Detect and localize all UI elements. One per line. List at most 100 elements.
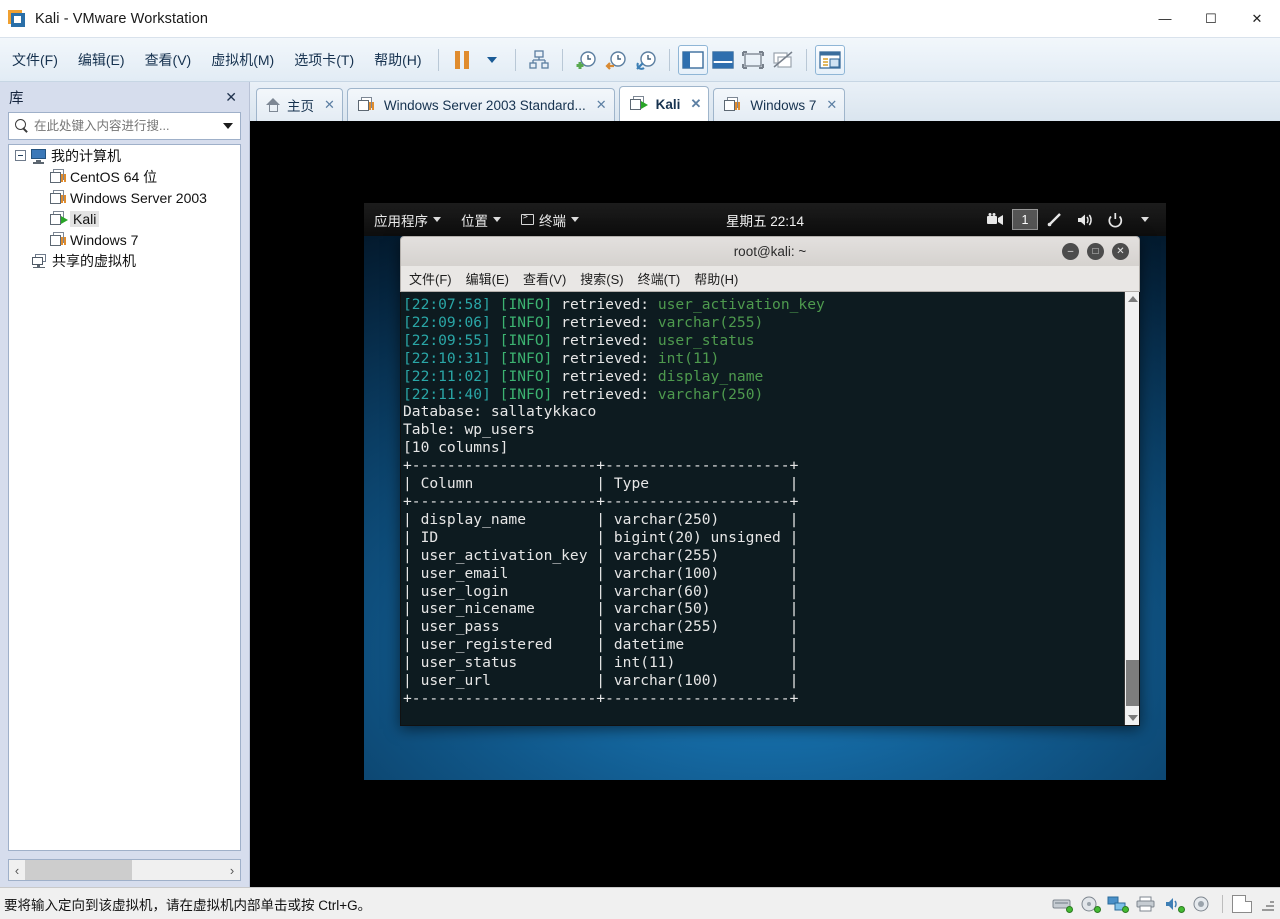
applications-label: 应用程序: [374, 213, 428, 229]
kali-desktop[interactable]: 应用程序 位置 终端 星期五 22:14: [364, 203, 1166, 780]
terminal-line: | user_activation_key | varchar(255) |: [403, 546, 799, 564]
collapse-icon[interactable]: [15, 150, 26, 161]
message-log-icon[interactable]: [1232, 894, 1252, 913]
chevron-down-icon[interactable]: [1132, 208, 1158, 232]
terminal-line: | user_pass | varchar(255) |: [403, 618, 799, 636]
terminal-menu-file[interactable]: 文件(F): [409, 269, 452, 288]
tab-label: Kali: [655, 96, 681, 112]
tree-item-centos[interactable]: CentOS 64 位: [9, 166, 240, 187]
tab-close-icon[interactable]: ✕: [324, 97, 335, 113]
tree-item-shared-vms[interactable]: 共享的虚拟机: [9, 250, 240, 271]
library-search[interactable]: [8, 112, 241, 140]
vm-suspended-icon: [723, 97, 741, 113]
terminal-line: +---------------------+-----------------…: [403, 492, 799, 510]
terminal-close-button[interactable]: ✕: [1112, 243, 1129, 260]
menu-tabs[interactable]: 选项卡(T): [286, 46, 362, 74]
show-library-button[interactable]: [677, 44, 708, 75]
scroll-left-arrow-icon[interactable]: ‹: [9, 863, 25, 878]
camera-icon[interactable]: [1191, 895, 1213, 913]
chevron-down-icon[interactable]: [223, 123, 233, 129]
chevron-down-icon: [486, 56, 497, 63]
scroll-up-arrow-icon[interactable]: [1125, 292, 1139, 306]
console-view-button[interactable]: [814, 44, 845, 75]
power-dropdown-button[interactable]: [477, 45, 507, 75]
terminal-menu-edit[interactable]: 编辑(E): [466, 269, 509, 288]
menu-edit[interactable]: 编辑(E): [70, 46, 133, 74]
tab-home[interactable]: 主页 ✕: [256, 88, 343, 121]
network-adapter-icon[interactable]: [1107, 895, 1129, 913]
snapshot-add-icon: [576, 50, 596, 69]
terminal-line: +---------------------+-----------------…: [403, 457, 799, 475]
unity-mode-button[interactable]: [768, 45, 798, 75]
terminal-minimize-button[interactable]: –: [1062, 243, 1079, 260]
library-close-icon[interactable]: ✕: [219, 87, 243, 108]
manage-snapshot-button[interactable]: [524, 45, 554, 75]
resize-grip-icon[interactable]: [1260, 897, 1274, 911]
revert-snapshot-button[interactable]: [601, 45, 631, 75]
scrollbar-thumb[interactable]: [1126, 660, 1139, 706]
menu-help[interactable]: 帮助(H): [366, 46, 429, 74]
vm-console[interactable]: 应用程序 位置 终端 星期五 22:14: [250, 122, 1280, 887]
workspace-indicator[interactable]: 1: [1012, 209, 1038, 230]
snapshot-manager-button[interactable]: [631, 45, 661, 75]
tab-close-icon[interactable]: ✕: [690, 96, 701, 112]
scroll-down-arrow-icon[interactable]: [1125, 711, 1139, 725]
menu-vm[interactable]: 虚拟机(M): [203, 46, 282, 74]
power-icon[interactable]: [1102, 208, 1128, 232]
terminal-menu-help[interactable]: 帮助(H): [694, 269, 738, 288]
fullscreen-button[interactable]: [738, 45, 768, 75]
tree-item-my-computer[interactable]: 我的计算机: [9, 145, 240, 166]
sidebar-panel-icon: [681, 50, 704, 69]
terminal-body[interactable]: [22:07:58] [INFO] retrieved: user_activa…: [400, 292, 1140, 726]
terminal-menu-view[interactable]: 查看(V): [523, 269, 566, 288]
terminal-maximize-button[interactable]: □: [1087, 243, 1104, 260]
tree-item-kali[interactable]: Kali: [9, 208, 240, 229]
terminal-menu-search[interactable]: 搜索(S): [580, 269, 623, 288]
cd-dvd-icon[interactable]: [1079, 895, 1101, 913]
volume-icon[interactable]: [1072, 208, 1098, 232]
terminal-menu-terminal[interactable]: 终端(T): [638, 269, 681, 288]
close-button[interactable]: ✕: [1234, 0, 1280, 38]
status-divider: [1222, 894, 1223, 913]
pause-icon: [454, 50, 469, 69]
terminal-output[interactable]: [22:07:58] [INFO] retrieved: user_activa…: [401, 292, 1124, 725]
terminal-scrollbar[interactable]: [1124, 292, 1139, 725]
terminal-window[interactable]: root@kali: ~ – □ ✕ 文件(F) 编辑(E) 查看(V) 搜索(…: [400, 236, 1140, 726]
chevron-down-icon: [433, 217, 441, 222]
maximize-button[interactable]: ☐: [1188, 0, 1234, 38]
scroll-right-arrow-icon[interactable]: ›: [224, 863, 240, 878]
tab-windows-7[interactable]: Windows 7 ✕: [713, 88, 846, 121]
menu-view[interactable]: 查看(V): [137, 46, 200, 74]
hard-disk-icon[interactable]: [1051, 895, 1073, 913]
tree-item-windows-7[interactable]: Windows 7: [9, 229, 240, 250]
tree-item-label: 共享的虚拟机: [52, 252, 136, 269]
printer-icon[interactable]: [1135, 895, 1157, 913]
menu-file[interactable]: 文件(F): [4, 46, 66, 74]
search-input[interactable]: [34, 119, 219, 133]
library-horizontal-scrollbar[interactable]: ‹ ›: [8, 859, 241, 881]
terminal-title-bar[interactable]: root@kali: ~ – □ ✕: [400, 236, 1140, 266]
scrollbar-thumb[interactable]: [25, 860, 133, 880]
tab-windows-server-2003[interactable]: Windows Server 2003 Standard... ✕: [346, 88, 615, 121]
scrollbar-track[interactable]: [25, 860, 224, 880]
show-thumbnail-bar-button[interactable]: [708, 45, 738, 75]
vm-suspended-icon: [49, 189, 66, 206]
network-icon[interactable]: [1042, 208, 1068, 232]
places-menu[interactable]: 位置: [451, 203, 511, 236]
terminal-launcher[interactable]: 终端: [511, 203, 589, 236]
applications-menu[interactable]: 应用程序: [364, 203, 451, 236]
minimize-button[interactable]: —: [1142, 0, 1188, 38]
tab-kali[interactable]: Kali ✕: [618, 86, 710, 121]
vm-tree[interactable]: 我的计算机 CentOS 64 位 Windows Server 2003 Ka…: [8, 144, 241, 851]
suspend-button[interactable]: [447, 45, 477, 75]
screencast-icon[interactable]: [982, 208, 1008, 232]
tab-close-icon[interactable]: ✕: [596, 97, 607, 113]
tab-close-icon[interactable]: ✕: [826, 97, 837, 113]
tab-label: 主页: [287, 99, 314, 114]
panel-clock[interactable]: 星期五 22:14: [726, 210, 804, 230]
tab-label: Windows 7: [750, 97, 817, 113]
tree-item-windows-server-2003[interactable]: Windows Server 2003: [9, 187, 240, 208]
toolbar-divider-5: [805, 48, 807, 71]
sound-card-icon[interactable]: [1163, 895, 1185, 913]
take-snapshot-button[interactable]: [571, 45, 601, 75]
